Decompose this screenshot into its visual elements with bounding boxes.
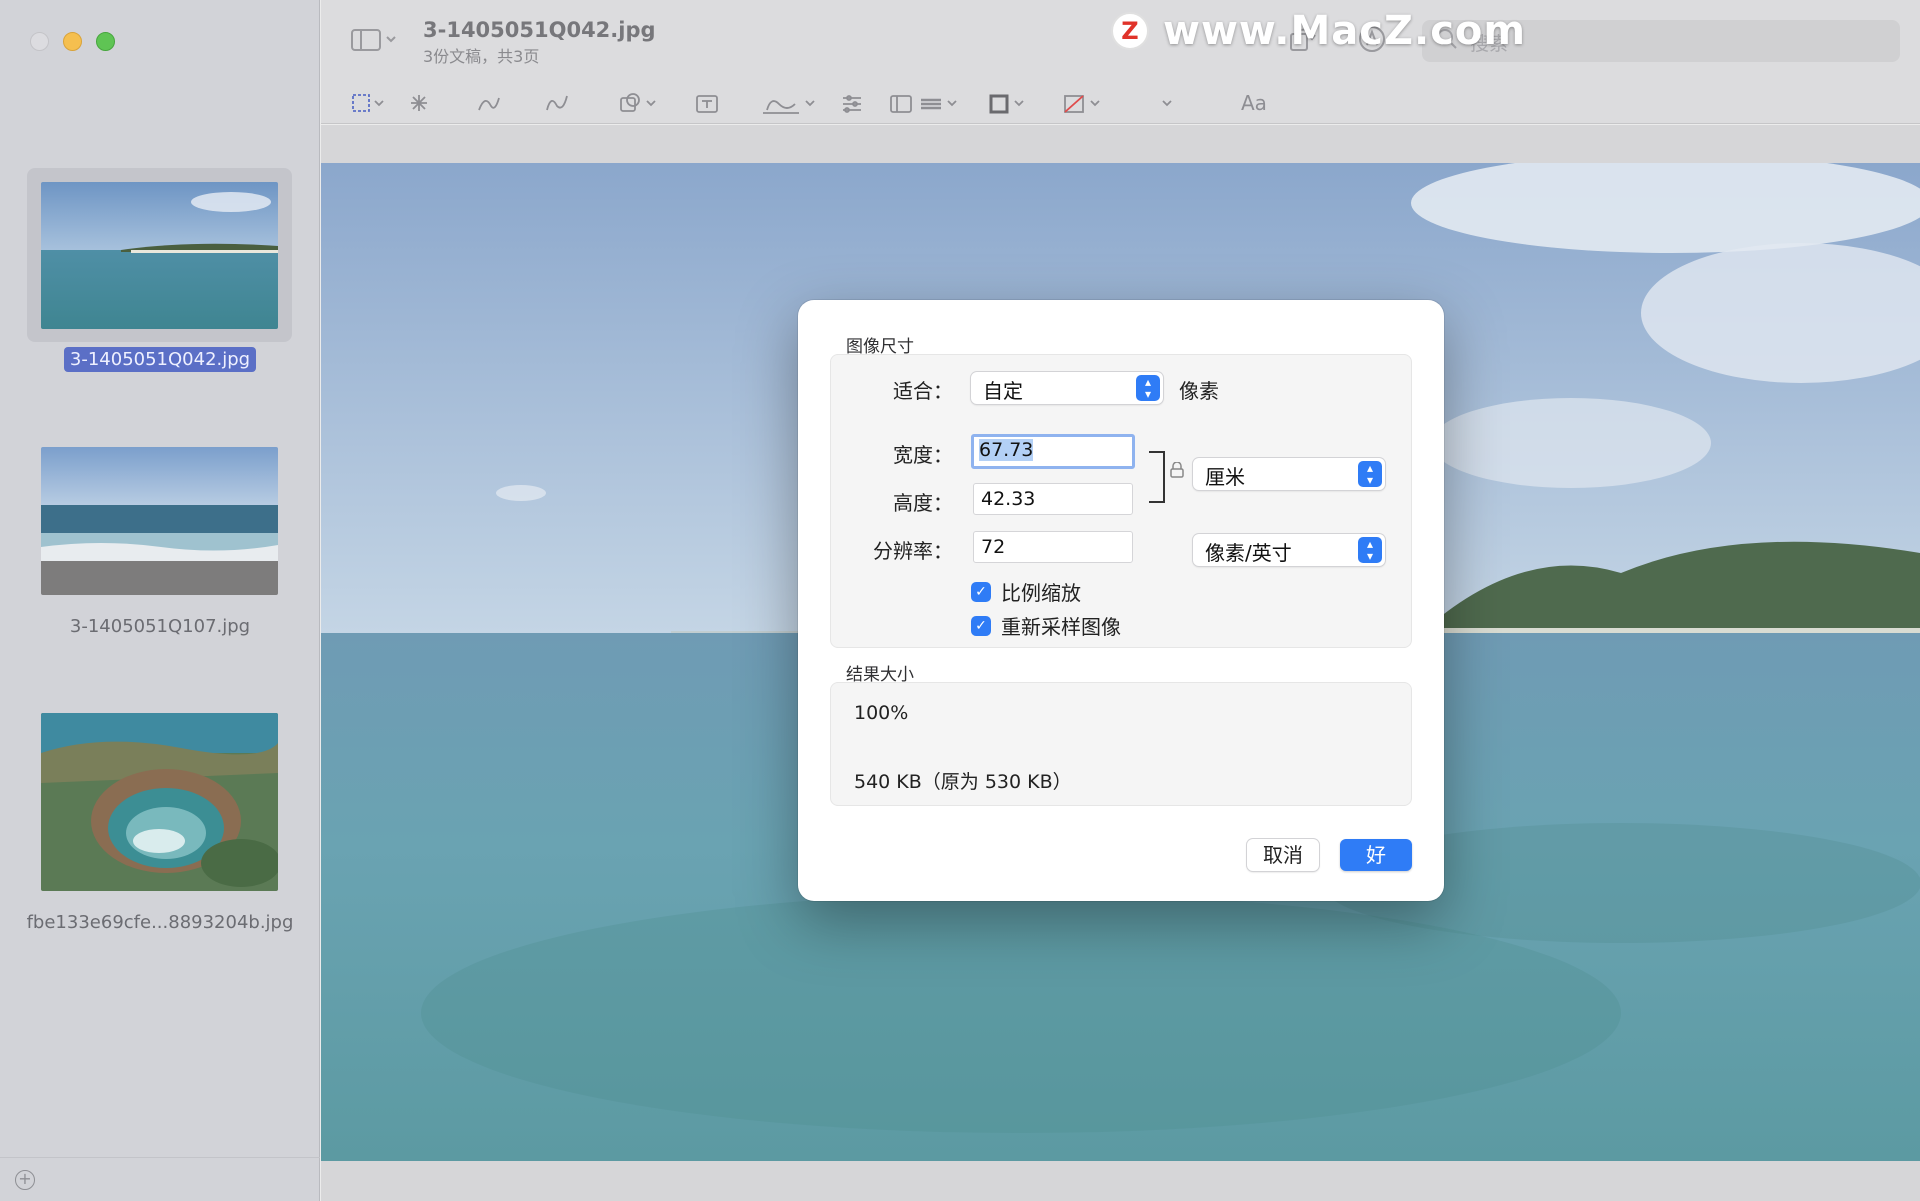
preview-window: 3-1405051Q042.jpg 3-1405051Q107.jpg fbe1… xyxy=(0,0,1920,1201)
size-unit-popup[interactable]: 厘米 ▴ ▾ xyxy=(1193,458,1385,490)
watermark: Z www.MacZ.com xyxy=(1111,8,1526,54)
width-field[interactable]: 67.73 xyxy=(971,434,1135,469)
image-size-dialog: 图像尺寸 适合： 自定 ▴ ▾ 像素 宽度： 67.73 高度： 42.33 厘米… xyxy=(798,300,1444,901)
markup-tools xyxy=(352,93,1172,114)
sidebar-toggle-icon[interactable] xyxy=(351,28,397,52)
watermark-logo: Z xyxy=(1111,12,1149,50)
document-subtitle: 3份文稿，共3页 xyxy=(423,47,540,66)
resolution-unit-value: 像素/英寸 xyxy=(1205,541,1292,565)
size-unit-value: 厘米 xyxy=(1205,465,1245,489)
checkmark-icon: ✓ xyxy=(971,581,991,602)
fit-popup[interactable]: 自定 ▴ ▾ xyxy=(971,372,1163,404)
ok-button[interactable]: 好 xyxy=(1340,839,1412,871)
result-file-size: 540 KB（原为 530 KB） xyxy=(854,771,1072,793)
fit-unit-label: 像素 xyxy=(1179,379,1219,403)
watermark-text: www.MacZ.com xyxy=(1163,8,1527,54)
thumbnail-image-3[interactable] xyxy=(41,713,278,891)
sidebar-item-label-1[interactable]: 3-1405051Q042.jpg xyxy=(0,347,320,372)
chevron-updown-icon: ▴ ▾ xyxy=(1358,537,1382,563)
height-field[interactable]: 42.33 xyxy=(973,483,1133,515)
scale-proportionally-checkbox[interactable]: ✓ 比例缩放 xyxy=(971,577,1081,606)
aspect-lock-bracket xyxy=(1149,451,1165,503)
fit-label: 适合： xyxy=(893,379,953,403)
zoom-button[interactable] xyxy=(96,32,115,51)
sidebar-item-label-2[interactable]: 3-1405051Q107.jpg xyxy=(0,616,320,637)
image-size-group: 适合： 自定 ▴ ▾ 像素 宽度： 67.73 高度： 42.33 厘米 ▴ ▾ 分… xyxy=(830,354,1412,648)
resample-image-label: 重新采样图像 xyxy=(1001,615,1121,639)
resample-image-checkbox[interactable]: ✓ 重新采样图像 xyxy=(971,611,1121,640)
checkmark-icon: ✓ xyxy=(971,615,991,636)
chevron-updown-icon: ▴ ▾ xyxy=(1136,375,1160,401)
add-icon[interactable]: + xyxy=(15,1170,35,1190)
fit-popup-value: 自定 xyxy=(983,379,1023,403)
sidebar-footer: + xyxy=(0,1157,320,1201)
close-button[interactable] xyxy=(30,32,49,51)
text-style-button[interactable]: Aa xyxy=(1241,91,1267,115)
width-label: 宽度： xyxy=(893,443,953,467)
minimize-button[interactable] xyxy=(63,32,82,51)
cancel-button[interactable]: 取消 xyxy=(1247,839,1319,871)
resolution-field[interactable]: 72 xyxy=(973,531,1133,563)
sidebar-item-label-3[interactable]: fbe133e69cfe...8893204b.jpg xyxy=(0,912,320,933)
thumbnail-image-1[interactable] xyxy=(41,182,278,329)
document-title: 3-1405051Q042.jpg xyxy=(423,18,656,42)
resolution-unit-popup[interactable]: 像素/英寸 ▴ ▾ xyxy=(1193,534,1385,566)
result-percent: 100% xyxy=(854,702,909,724)
resolution-label: 分辨率： xyxy=(873,539,953,563)
height-label: 高度： xyxy=(893,491,953,515)
width-value: 67.73 xyxy=(979,439,1034,461)
sidebar: 3-1405051Q042.jpg 3-1405051Q107.jpg fbe1… xyxy=(0,0,320,1201)
traffic-lights xyxy=(30,32,115,51)
lock-icon[interactable] xyxy=(1170,462,1184,478)
chevron-updown-icon: ▴ ▾ xyxy=(1358,461,1382,487)
toolbar: 3-1405051Q042.jpg 3份文稿，共3页 搜索 Aa Z www.M… xyxy=(321,0,1920,124)
scale-proportionally-label: 比例缩放 xyxy=(1001,581,1081,605)
thumbnail-image-2[interactable] xyxy=(41,447,278,595)
